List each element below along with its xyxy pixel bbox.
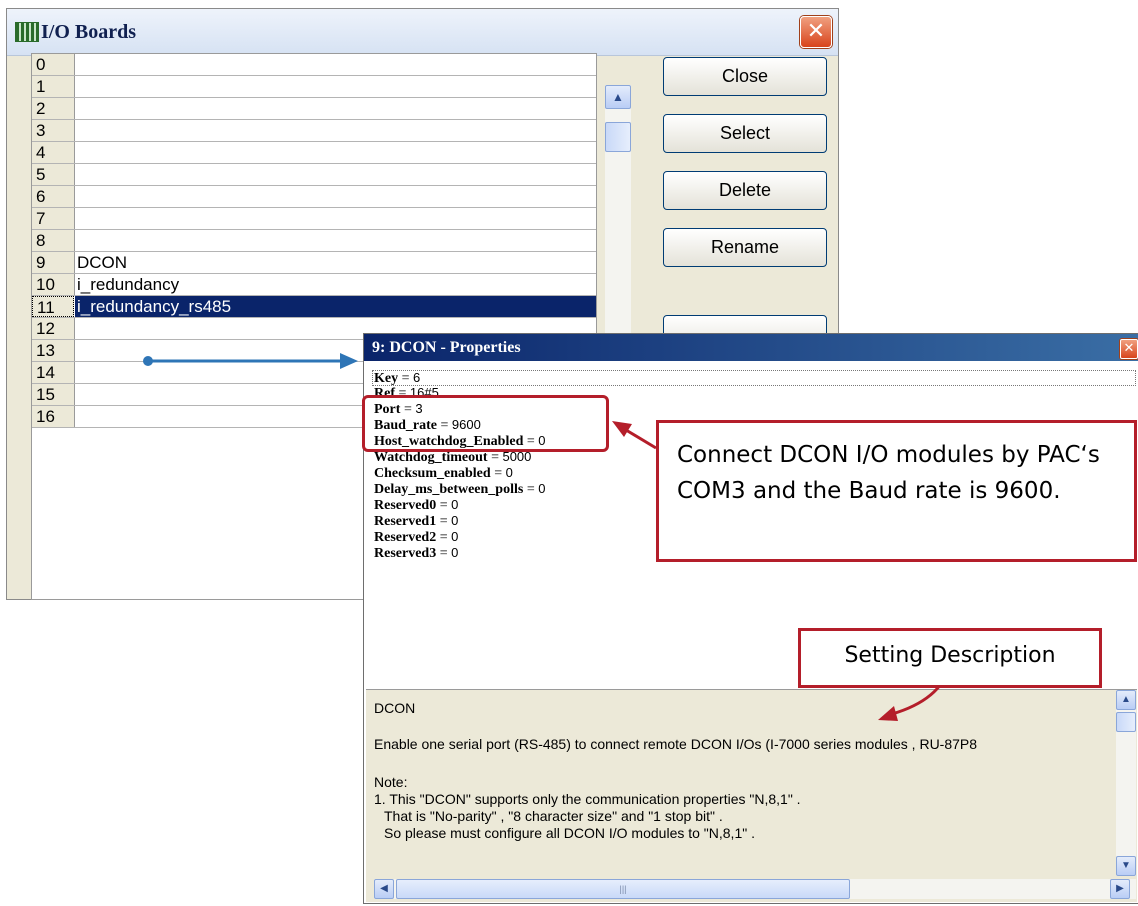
callout-setting-description: Setting Description (798, 628, 1102, 688)
callout-com3-baud: Connect DCON I/O modules by PAC‘s COM3 a… (656, 420, 1137, 562)
port-baud-highlight (362, 395, 609, 452)
callout-setting-description-text: Setting Description (844, 643, 1056, 668)
connector-dot (143, 356, 153, 366)
setting-arrowhead (878, 706, 898, 721)
callout-com3-baud-text: Connect DCON I/O modules by PAC‘s COM3 a… (677, 442, 1100, 504)
connector-arrowhead (340, 353, 358, 369)
callout-arrow-line (625, 428, 657, 450)
callout-arrowhead (612, 421, 632, 437)
